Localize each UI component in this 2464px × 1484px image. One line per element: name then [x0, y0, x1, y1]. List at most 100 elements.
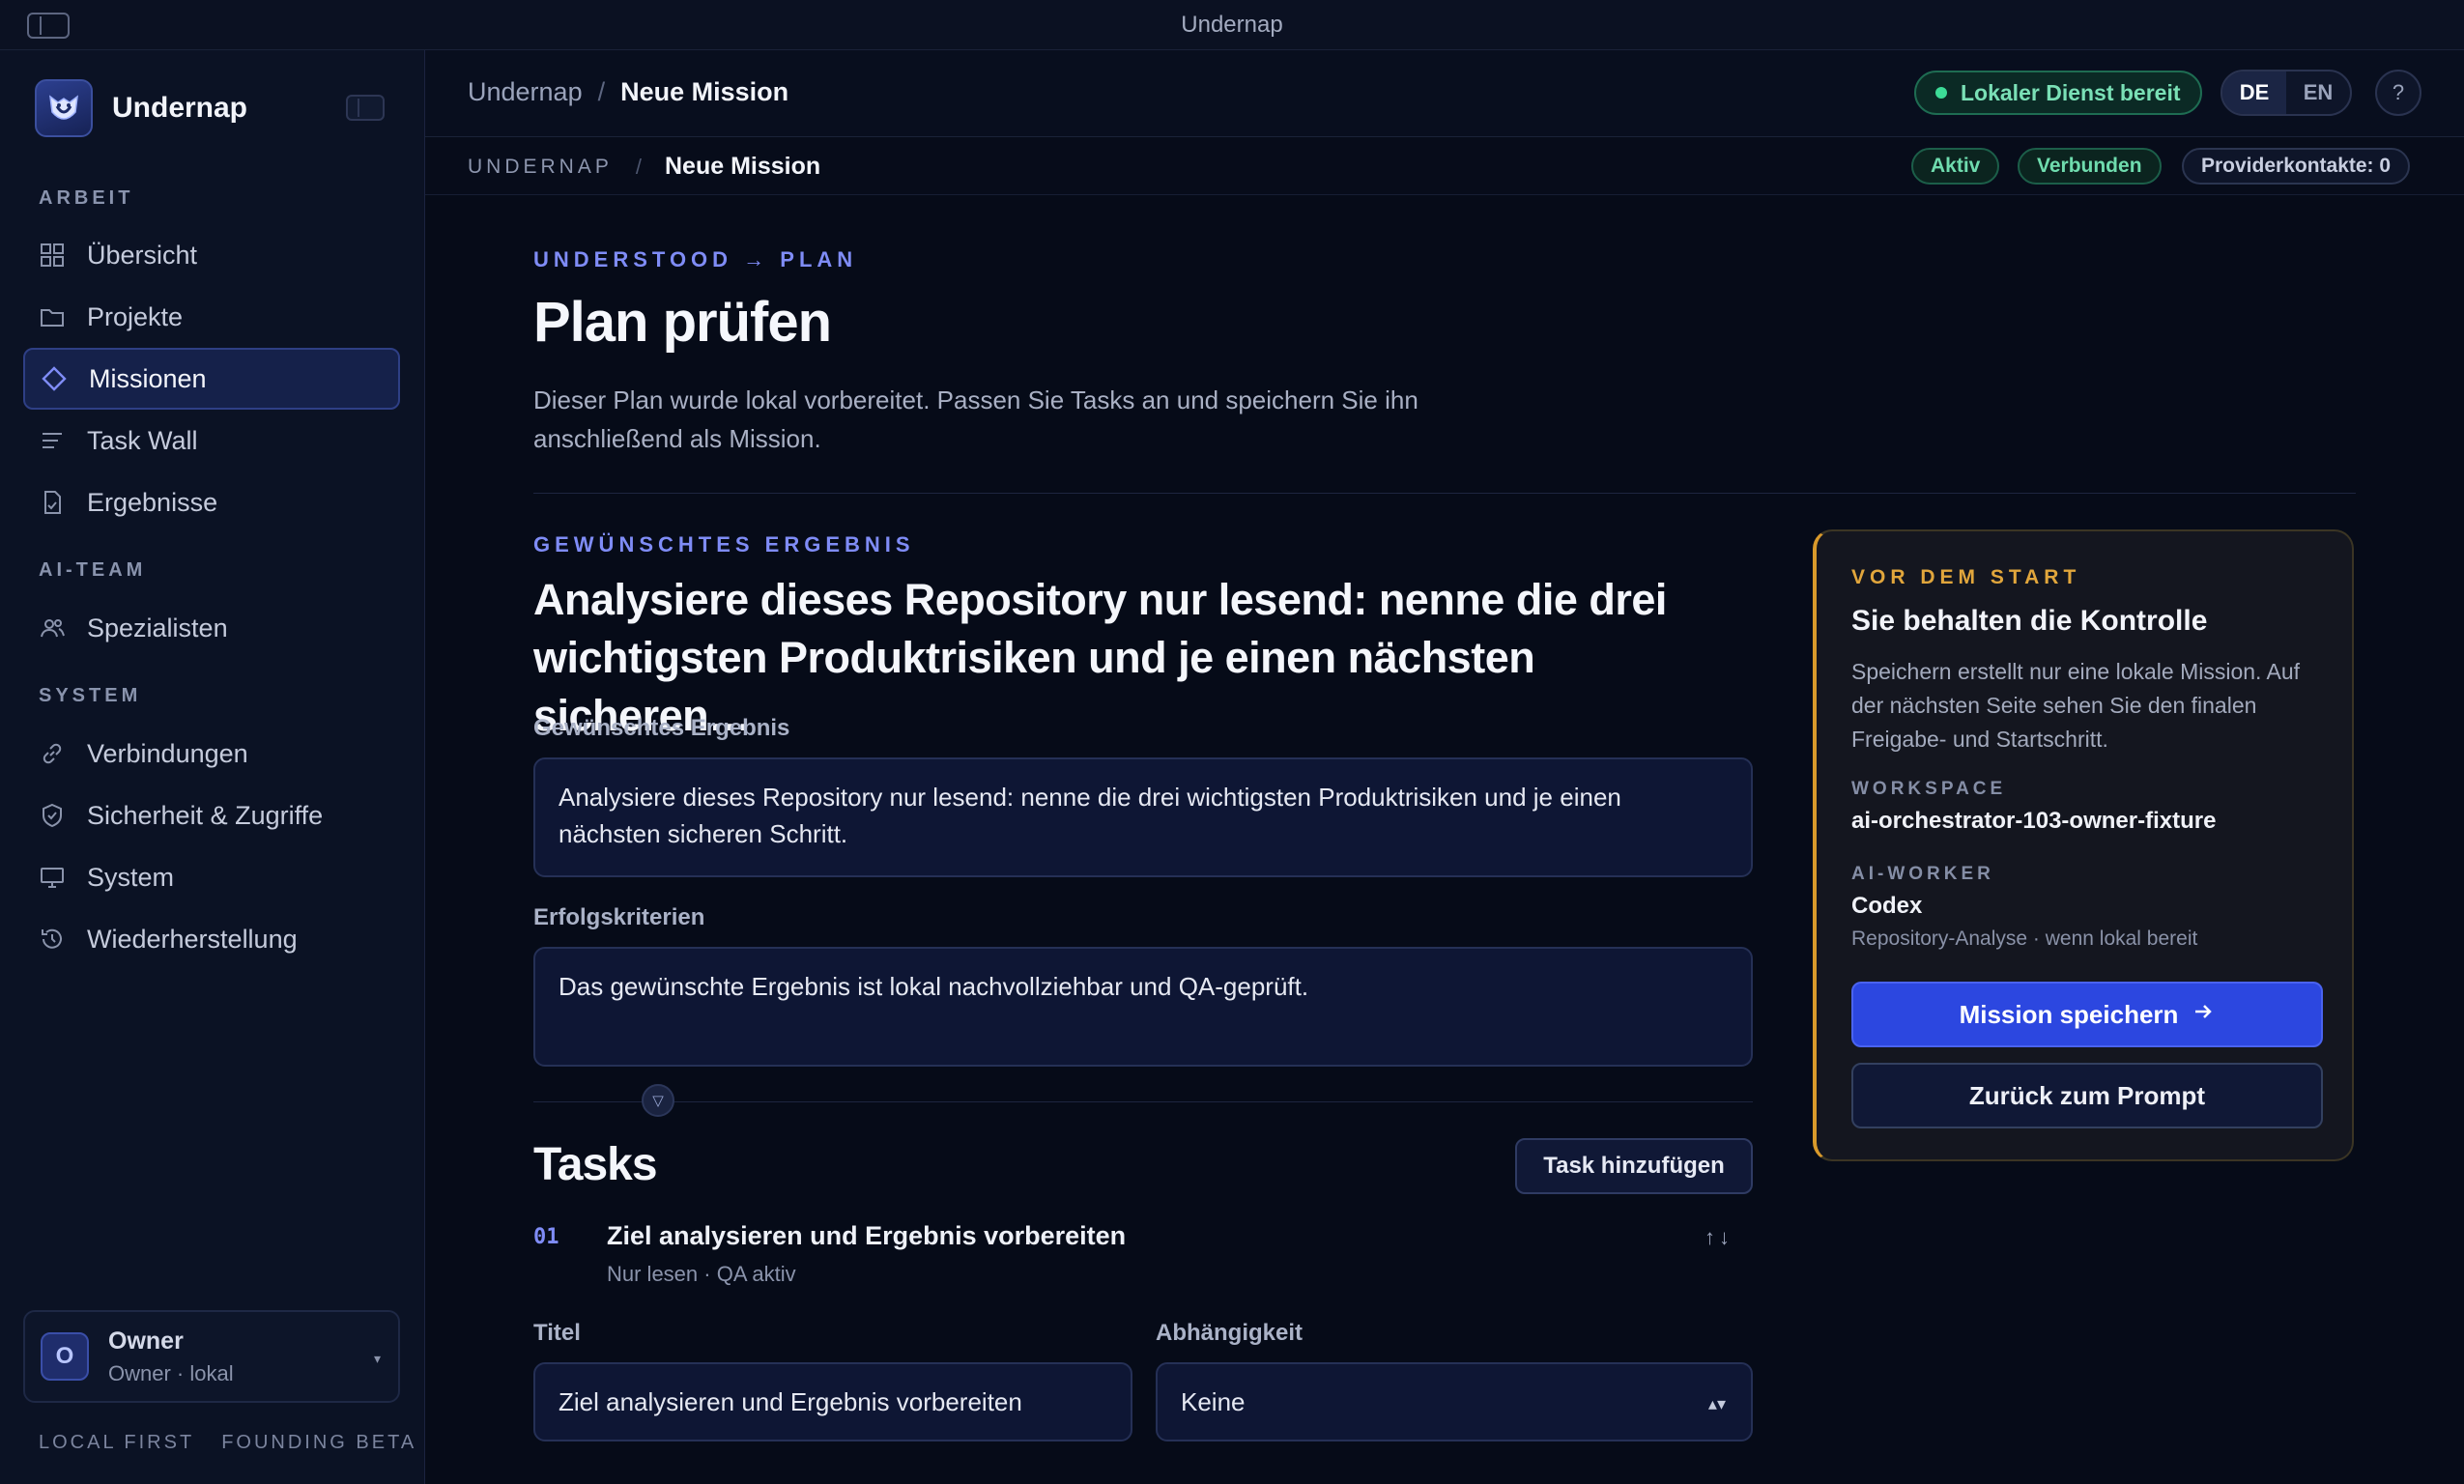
collapse-sidebar-button[interactable] [346, 95, 385, 121]
sidebar-item-label: Ergebnisse [87, 487, 218, 517]
card-text: Speichern erstellt nur eine lokale Missi… [1851, 659, 2301, 752]
sidebar-item-ergebnisse[interactable]: Ergebnisse [23, 471, 400, 533]
service-status-text: Lokaler Dienst bereit [1961, 79, 2181, 105]
collapse-toggle-icon[interactable]: ▽ [642, 1084, 674, 1117]
owner-menu[interactable]: O Owner Owner · lokal ▾ [23, 1310, 400, 1403]
lang-de-button[interactable]: DE [2222, 71, 2286, 114]
sidebar-item-label: Verbindungen [87, 738, 248, 768]
criteria-textarea[interactable]: Das gewünschte Ergebnis ist lokal nachvo… [533, 947, 1753, 1067]
sidebar-item-spezialisten[interactable]: Spezialisten [23, 597, 400, 659]
window-title: Undernap [1181, 11, 1283, 38]
reorder-arrows-icon[interactable]: ↑↓ [1705, 1225, 1733, 1250]
sidebar-item-task-wall[interactable]: Task Wall [23, 410, 400, 471]
brand[interactable]: Undernap [35, 79, 247, 137]
document-icon [39, 489, 66, 516]
page-title: Plan prüfen [533, 291, 832, 354]
breadcrumb-root[interactable]: Undernap [468, 77, 583, 107]
task-title: Ziel analysieren und Ergebnis vorbereite… [607, 1221, 1127, 1250]
sidebar-item-projekte[interactable]: Projekte [23, 286, 400, 348]
page-eyebrow: UNDERSTOOD → PLAN [533, 247, 858, 271]
language-switch[interactable]: DE EN [2220, 70, 2352, 116]
sidebar-item-label: Task Wall [87, 425, 198, 455]
sidebar-item-missionen[interactable]: Missionen [23, 348, 400, 410]
sidebar-item-uebersicht[interactable]: Übersicht [23, 224, 400, 286]
breadcrumb-current: Neue Mission [620, 77, 789, 106]
diamond-icon [41, 365, 68, 392]
task-title-label: Titel [533, 1320, 581, 1346]
lines-icon [39, 427, 66, 454]
card-eyebrow: VOR DEM START [1851, 566, 2081, 588]
sidebar-item-label: Missionen [89, 363, 207, 393]
owner-role: Owner · lokal [108, 1360, 234, 1385]
chevron-down-icon: ▾ [373, 1351, 381, 1366]
workspace-label: WORKSPACE [1851, 779, 2007, 799]
top-header: Undernap / Neue Mission Lokaler Dienst b… [425, 50, 2464, 137]
avatar: O [41, 1332, 89, 1381]
workspace-value: ai-orchestrator-103-owner-fixture [1851, 808, 2217, 834]
dependency-label: Abhängigkeit [1156, 1320, 1304, 1346]
sub-breadcrumb-separator: / [635, 154, 642, 179]
brand-name: Undernap [112, 92, 248, 124]
page-description: Dieser Plan wurde lokal vorbereitet. Pas… [533, 385, 1418, 453]
sub-breadcrumb-current: Neue Mission [664, 153, 821, 180]
undernap-logo-icon [35, 79, 93, 137]
worker-note: Repository-Analyse · wenn lokal bereit [1851, 928, 2198, 950]
monitor-icon [39, 864, 66, 891]
help-button[interactable]: ? [2375, 70, 2421, 116]
sidebar-item-label: Projekte [87, 301, 184, 331]
breadcrumb: Undernap / Neue Mission [468, 77, 788, 107]
add-task-button[interactable]: Task hinzufügen [1515, 1138, 1753, 1194]
result-label: Gewünschtes Ergebnis [533, 715, 790, 741]
back-to-prompt-button[interactable]: Zurück zum Prompt [1851, 1063, 2323, 1128]
criteria-label: Erfolgskriterien [533, 904, 705, 930]
card-title: Sie behalten die Kontrolle [1851, 605, 2208, 637]
result-textarea[interactable]: Analysiere dieses Repository nur lesend:… [533, 757, 1753, 877]
save-mission-button[interactable]: Mission speichern [1851, 982, 2323, 1047]
users-icon [39, 614, 66, 642]
sidebar-item-label: Übersicht [87, 240, 198, 270]
goal-eyebrow: GEWÜNSCHTES ERGEBNIS [533, 532, 915, 556]
footer-tag: FOUNDING BETA [221, 1432, 417, 1453]
sub-breadcrumb: UNDERNAP / Neue Mission [468, 153, 820, 181]
lang-en-button[interactable]: EN [2286, 71, 2350, 114]
sub-header: UNDERNAP / Neue Mission Aktiv Verbunden … [425, 137, 2464, 195]
task-meta: Nur lesen · QA aktiv [607, 1262, 796, 1286]
dependency-value: Keine [1181, 1387, 1246, 1416]
worker-value: Codex [1851, 893, 1923, 919]
sub-breadcrumb-root[interactable]: UNDERNAP [468, 156, 613, 179]
tasks-title: Tasks [533, 1139, 658, 1190]
shield-icon [39, 802, 66, 829]
sidebar-toggle-icon[interactable] [27, 13, 70, 39]
sidebar-item-label: Sicherheit & Zugriffe [87, 800, 324, 830]
sidebar-item-system[interactable]: System [23, 846, 400, 908]
window-titlebar: Undernap [0, 0, 2464, 50]
pre-start-card: VOR DEM START Sie behalten die Kontrolle… [1813, 529, 2354, 1161]
task-title-input[interactable]: Ziel analysieren und Ergebnis vorbereite… [533, 1362, 1132, 1441]
footer-tag: LOCAL FIRST [39, 1432, 195, 1453]
provider-contacts-badge: Providerkontakte: 0 [2182, 148, 2411, 185]
status-badge-aktiv: Aktiv [1911, 148, 2000, 185]
nav-section-ai-team: AI-TEAM [39, 559, 147, 581]
sidebar-item-label: Spezialisten [87, 613, 228, 642]
sidebar-footer: LOCAL FIRST FOUNDING BETA [39, 1432, 416, 1454]
divider [533, 493, 2356, 494]
sidebar-item-verbindungen[interactable]: Verbindungen [23, 723, 400, 785]
status-dot-icon [1935, 87, 1947, 99]
nav-section-arbeit: ARBEIT [39, 187, 134, 209]
breadcrumb-separator: / [597, 77, 606, 106]
select-caret-icon: ▴▾ [1707, 1394, 1726, 1413]
worker-label: AI-WORKER [1851, 864, 1994, 884]
nav-section-system: SYSTEM [39, 685, 142, 706]
sidebar-item-sicherheit[interactable]: Sicherheit & Zugriffe [23, 785, 400, 846]
dependency-select[interactable]: Keine ▴▾ [1156, 1362, 1753, 1441]
sidebar: Undernap ARBEIT Übersicht Projekte Missi… [0, 50, 425, 1484]
status-badge-verbunden: Verbunden [2018, 148, 2162, 185]
arrow-right-icon [2192, 1000, 2215, 1030]
grid-icon [39, 242, 66, 269]
service-status-badge: Lokaler Dienst bereit [1914, 71, 2202, 115]
sidebar-item-wiederherstellung[interactable]: Wiederherstellung [23, 908, 400, 970]
link-icon [39, 740, 66, 767]
owner-name: Owner [108, 1327, 184, 1355]
history-icon [39, 926, 66, 953]
sidebar-item-label: System [87, 862, 175, 892]
